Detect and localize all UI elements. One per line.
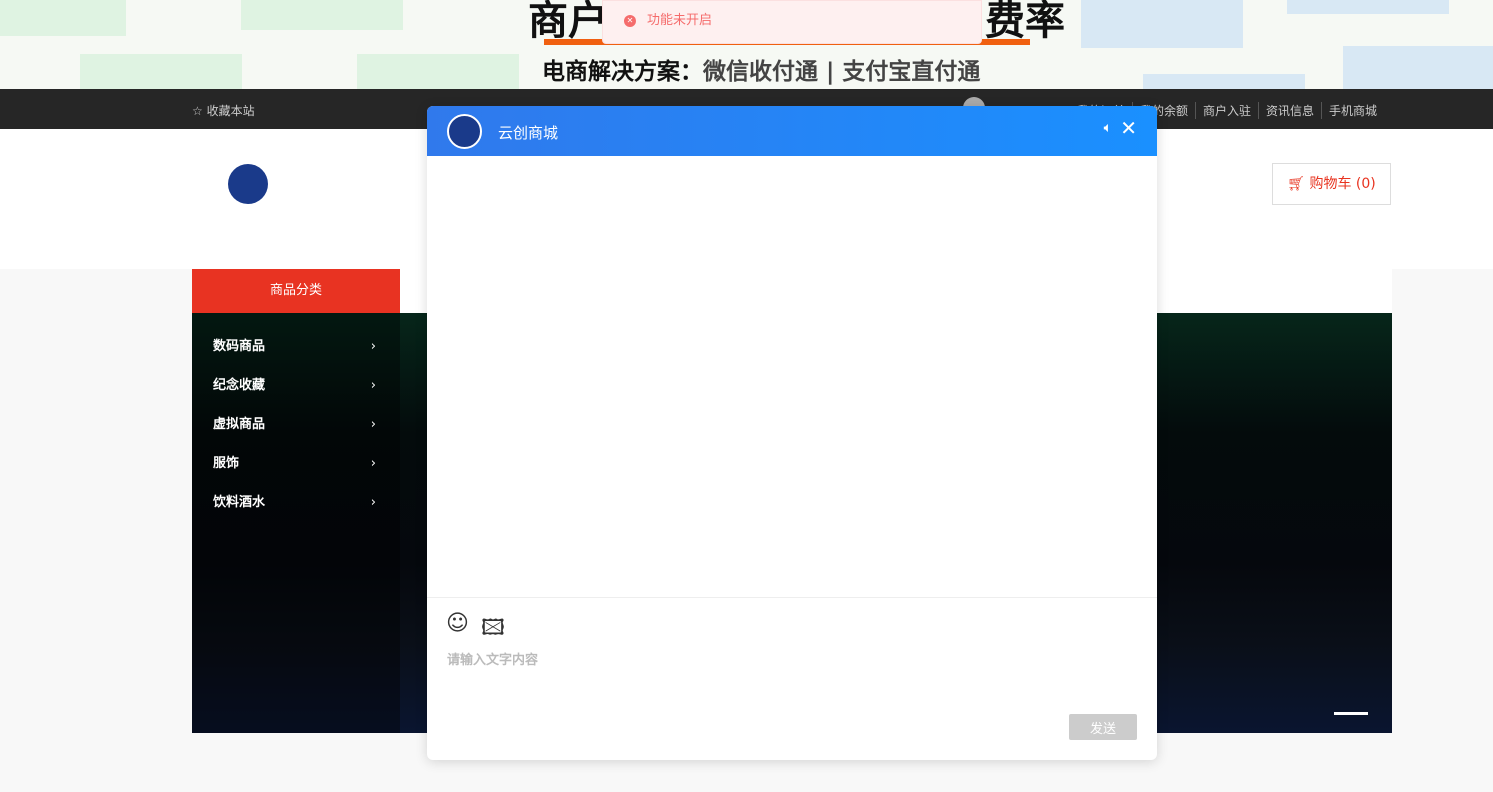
chat-toolbar: ☺ 🖾 — [446, 611, 505, 649]
favorite-site-link[interactable]: ☆ 收藏本站 — [192, 102, 255, 119]
category-item[interactable]: 数码商品 › — [192, 327, 400, 366]
site-logo[interactable] — [228, 164, 268, 204]
emoji-icon[interactable]: ☺ — [446, 611, 469, 649]
category-item[interactable]: 服饰 › — [192, 444, 400, 483]
banner-subtitle: 电商解决方案：微信收付通 | 支付宝直付通 — [542, 59, 981, 85]
link-news[interactable]: 资讯信息 — [1257, 102, 1321, 119]
chat-dialog: 云创商城 🔈︎ ✕ ☺ 🖾 请输入文字内容 发送 — [427, 106, 1157, 760]
category-menu: 数码商品 › 纪念收藏 › 虚拟商品 › 服饰 › 饮料酒水 › — [192, 313, 400, 733]
category-item[interactable]: 虚拟商品 › — [192, 405, 400, 444]
speaker-icon[interactable]: 🔈︎ — [1104, 120, 1112, 136]
chat-header: 云创商城 🔈︎ ✕ — [427, 106, 1157, 156]
chat-messages — [427, 156, 1157, 598]
image-icon[interactable]: 🖾 — [481, 611, 505, 649]
send-button[interactable]: 发送 — [1069, 714, 1137, 740]
cart-icon: 🛒︎ — [1287, 176, 1306, 192]
chat-input[interactable]: 请输入文字内容 — [447, 649, 538, 668]
carousel-indicator[interactable] — [1334, 712, 1368, 715]
link-merchant-join[interactable]: 商户入驻 — [1194, 102, 1258, 119]
link-mobile-mall[interactable]: 手机商城 — [1320, 102, 1384, 119]
chevron-right-icon: › — [370, 456, 376, 471]
chat-logo — [447, 114, 482, 149]
cart-button[interactable]: 🛒︎ 购物车 (0) — [1272, 163, 1391, 205]
category-item[interactable]: 饮料酒水 › — [192, 483, 400, 522]
error-toast: ✕ 功能未开启 — [602, 0, 982, 44]
chevron-right-icon: › — [370, 378, 376, 393]
chevron-right-icon: › — [370, 339, 376, 354]
category-header[interactable]: 商品分类 — [192, 269, 400, 313]
error-icon: ✕ — [624, 15, 636, 27]
chat-title: 云创商城 — [498, 124, 559, 142]
star-icon: ☆ — [192, 104, 203, 118]
close-icon[interactable]: ✕ — [1120, 116, 1137, 140]
chevron-right-icon: › — [370, 417, 376, 432]
category-item[interactable]: 纪念收藏 › — [192, 366, 400, 405]
chevron-right-icon: › — [370, 495, 376, 510]
